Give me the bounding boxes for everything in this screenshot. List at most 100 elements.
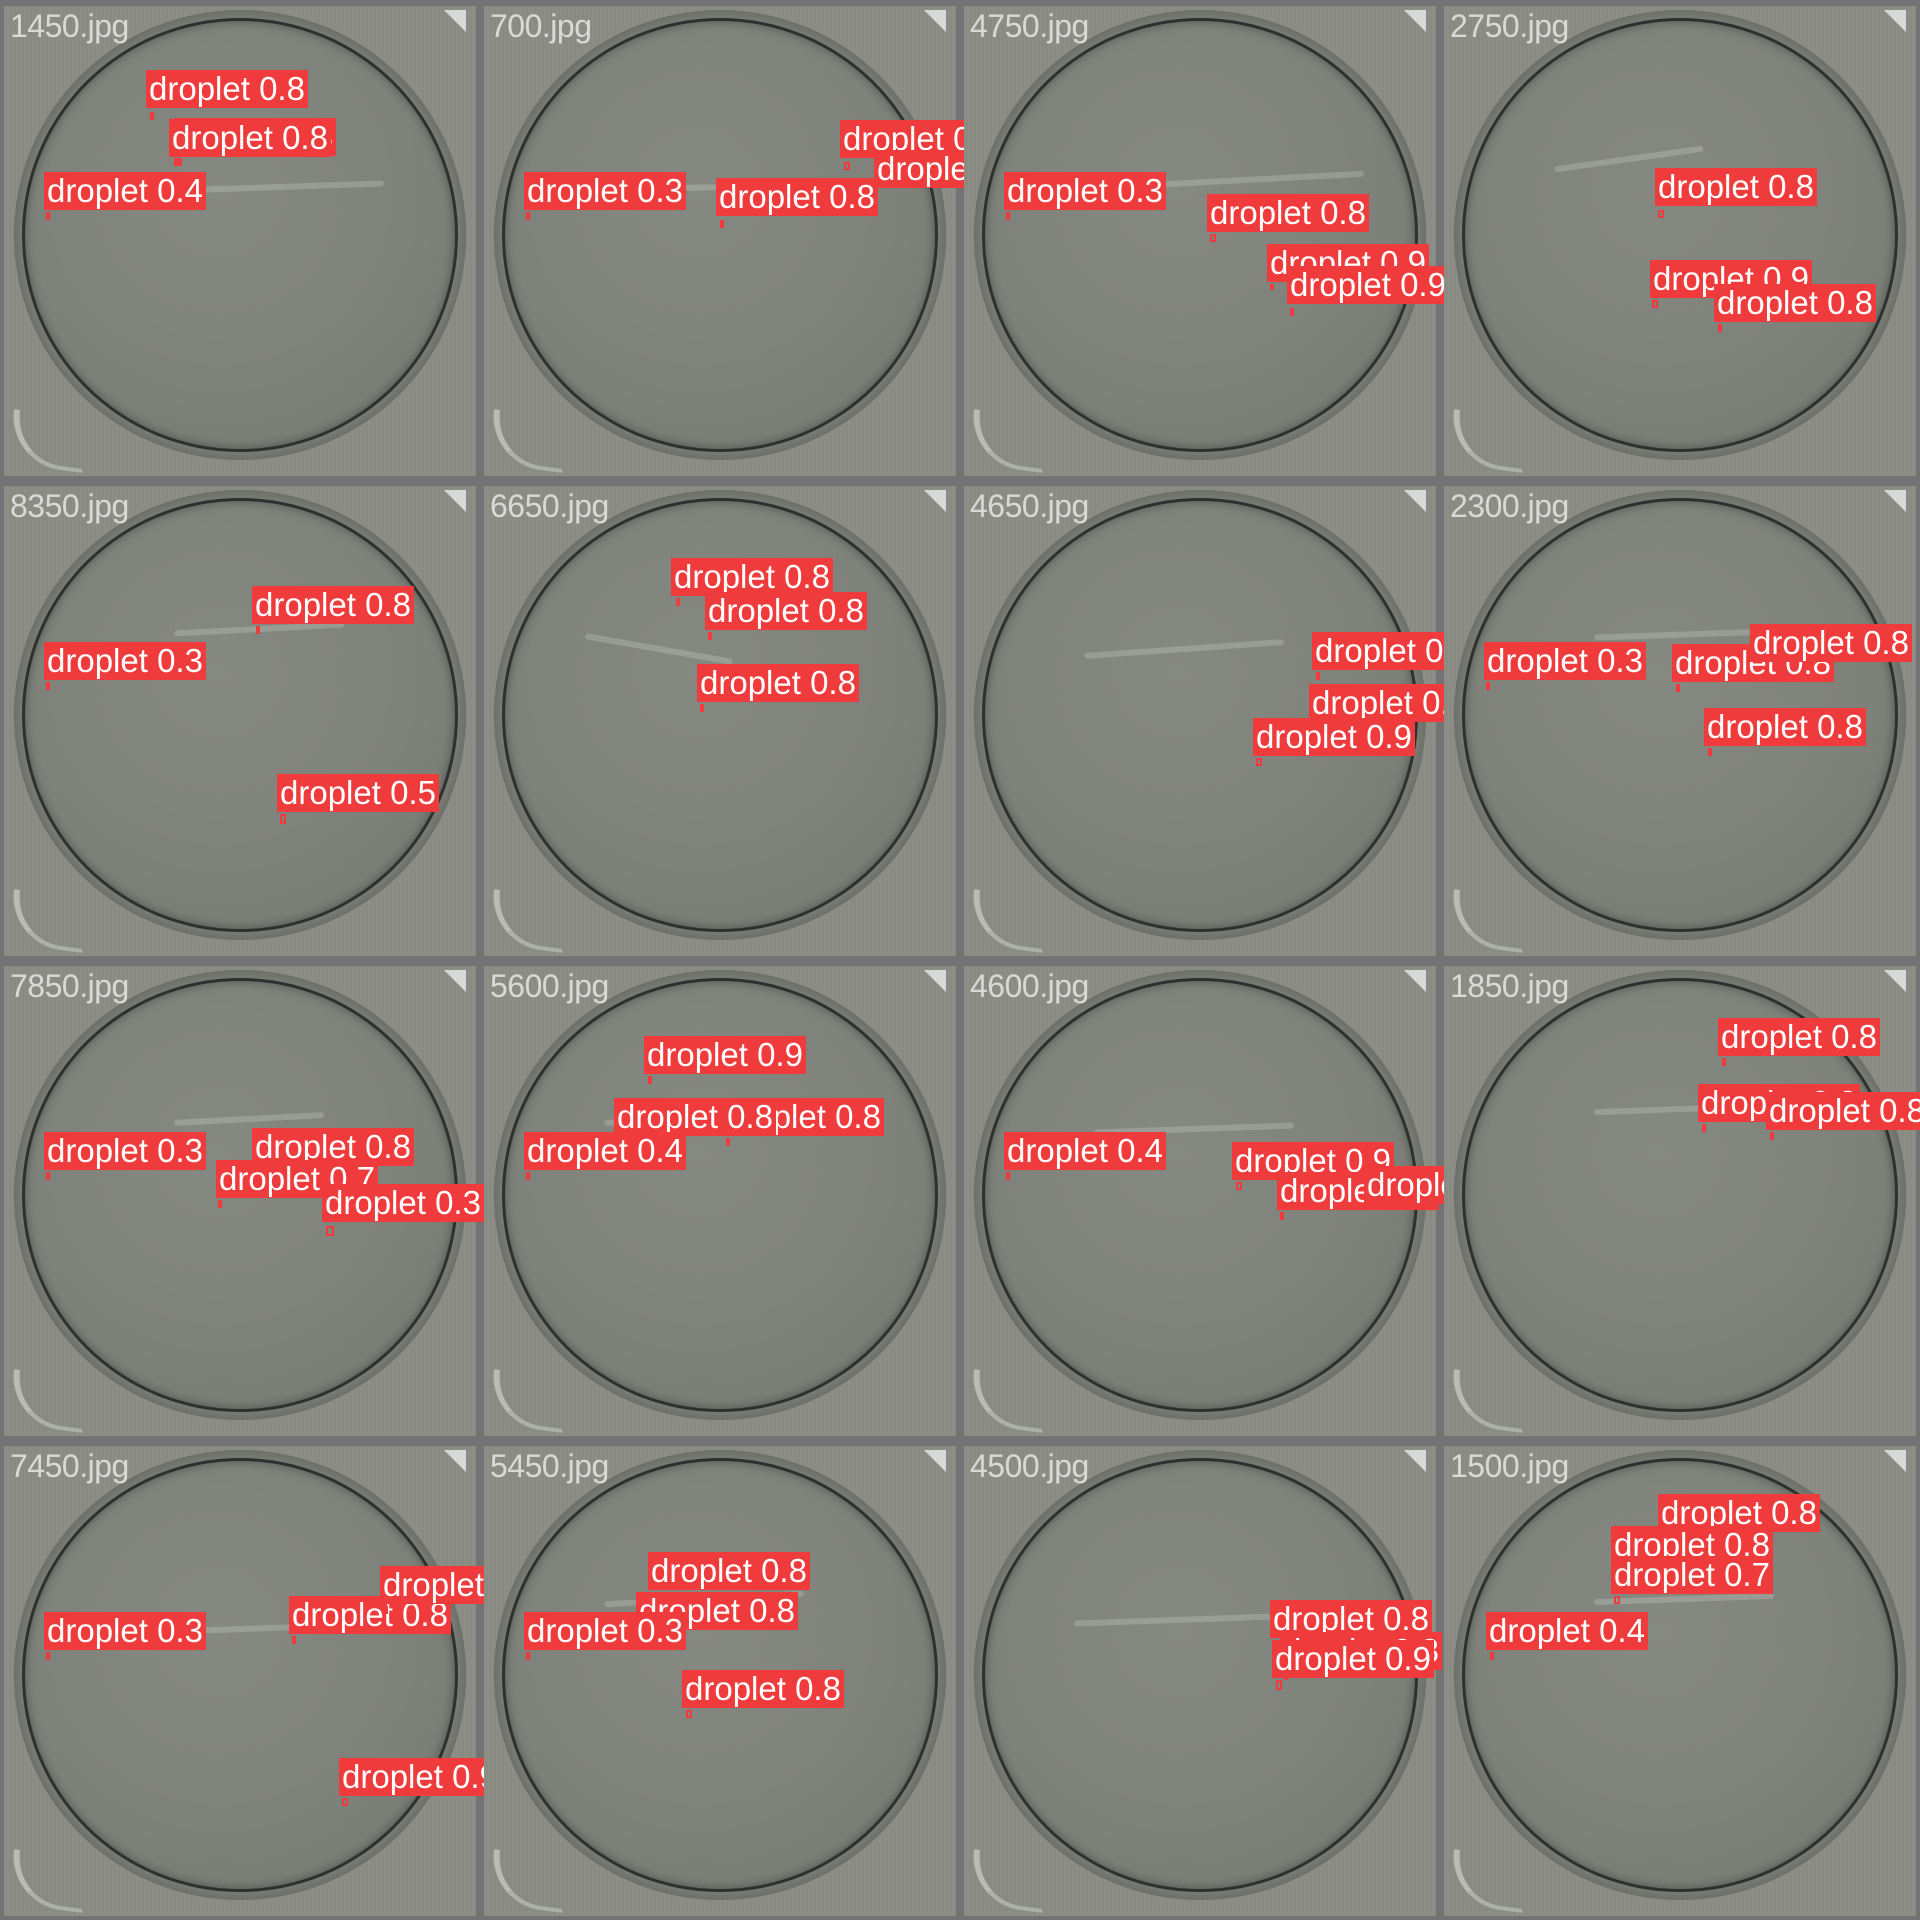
detection-label: droplet 0.8 (697, 664, 859, 702)
detection-label: droplet 0.3 (1004, 172, 1166, 210)
rim-reflection (966, 408, 1050, 474)
detection-label: droplet 0.8 (682, 1670, 844, 1708)
detection-box (1722, 1058, 1726, 1066)
detection-box (1270, 284, 1274, 290)
detection-label: droplet 0.9 (339, 1758, 501, 1796)
image-tile: 7850.jpg droplet 0.3 droplet 0.8 droplet 0.… (4, 966, 484, 1436)
detection-label: droplet 0.9 (1287, 266, 1449, 304)
detection-label: droplet 0.8 (1766, 1092, 1920, 1130)
detection-box (1718, 324, 1722, 332)
dish-well (502, 18, 938, 452)
corner-highlight (444, 10, 466, 32)
image-tile: 700.jpg droplet 0.8 droplet 0.9 droplet 0.3… (484, 6, 1036, 476)
detection-box (648, 1076, 652, 1084)
detection-box (46, 1172, 50, 1180)
detection-label: droplet 0.8 (1718, 1018, 1880, 1056)
detection-box (1702, 1124, 1706, 1132)
corner-highlight (924, 970, 946, 992)
detection-box (384, 1606, 388, 1614)
detection-box (1210, 234, 1216, 242)
detection-label: droplet 0.8 (1655, 168, 1817, 206)
detection-box (526, 1172, 530, 1180)
rim-reflection (1446, 888, 1530, 954)
tile-filename: 1850.jpg (1450, 968, 1569, 1004)
detection-label: droplet 0.8 (169, 119, 331, 157)
detection-label: droplet 0.3 (1484, 642, 1646, 680)
detection-label: droplet 0.7 (1611, 1556, 1773, 1594)
detection-box (676, 598, 680, 606)
detection-box (1770, 1132, 1774, 1140)
detection-label: droplet 0.4 (524, 1132, 686, 1170)
detection-box (1006, 1172, 1010, 1180)
detection-label: droplet 0.3 (524, 172, 686, 210)
detection-label: droplet 0.9 (1253, 718, 1415, 756)
rim-reflection (486, 1848, 570, 1914)
detection-box (526, 1652, 530, 1660)
image-tile: 1450.jpg droplet 0.8 droplet 0.8 droplet 0.… (4, 6, 476, 476)
detection-label: droplet 0.4 (1004, 1132, 1166, 1170)
detection-label: droplet 0.5 (277, 774, 439, 812)
rim-reflection (1446, 1848, 1530, 1914)
tile-filename: 1450.jpg (10, 8, 129, 44)
corner-highlight (444, 1450, 466, 1472)
rim-reflection (1446, 408, 1530, 474)
detection-box (526, 212, 530, 220)
detection-box (1290, 308, 1294, 316)
detection-box (720, 220, 724, 228)
detection-box (292, 1636, 296, 1644)
corner-highlight (1404, 1450, 1426, 1472)
detection-label: droplet 0.3 (44, 1132, 206, 1170)
detection-box (280, 814, 286, 824)
detection-box (1256, 758, 1262, 766)
detection-box (1490, 1652, 1494, 1660)
image-tile: 7450.jpg droplet 0.3 droplet 0.8 droplet 0.… (4, 1446, 542, 1916)
tile-filename: 4650.jpg (970, 488, 1089, 524)
detection-box (1316, 672, 1320, 680)
corner-highlight (1884, 490, 1906, 512)
corner-highlight (1884, 10, 1906, 32)
image-tile: 8350.jpg droplet 0.8 droplet 0.3 droplet 0.… (4, 486, 476, 956)
tile-filename: 2300.jpg (1450, 488, 1569, 524)
corner-highlight (924, 10, 946, 32)
detection-box (342, 1798, 348, 1806)
rim-reflection (486, 1368, 570, 1434)
dish-well (1462, 18, 1898, 452)
corner-highlight (1404, 10, 1426, 32)
detection-box (178, 158, 182, 166)
rim-reflection (486, 408, 570, 474)
detection-box (1658, 210, 1664, 218)
detection-label: droplet 0.8 (146, 70, 308, 108)
tile-filename: 700.jpg (490, 8, 592, 44)
detection-label: droplet 0.3 (322, 1184, 484, 1222)
tile-filename: 5600.jpg (490, 968, 609, 1004)
rim-reflection (6, 1368, 90, 1434)
tile-filename: 4500.jpg (970, 1448, 1089, 1484)
corner-highlight (924, 490, 946, 512)
detection-label: droplet 0.9 (644, 1036, 806, 1074)
detection-box (1676, 684, 1680, 692)
detection-box (46, 682, 50, 690)
image-tile: 4650.jpg droplet 0.7 droplet 0.8 droplet 0.… (964, 486, 1474, 956)
detection-box (1006, 212, 1010, 220)
detection-box (1280, 1212, 1284, 1220)
corner-highlight (1404, 970, 1426, 992)
rim-reflection (966, 888, 1050, 954)
detection-label: droplet 0.8 (716, 178, 878, 216)
detection-label: droplet 0.8 (1207, 194, 1369, 232)
image-tile: 5450.jpg droplet 0.8 droplet 0.8 droplet 0.… (484, 1446, 956, 1916)
detection-box (700, 704, 704, 712)
rim-reflection (966, 1368, 1050, 1434)
detection-label: droplet 0.8 (252, 586, 414, 624)
detection-label: droplet 0.9 (1272, 1640, 1434, 1678)
detection-label: droplet 0.8 (705, 592, 867, 630)
tile-filename: 8350.jpg (10, 488, 129, 524)
tile-filename: 2750.jpg (1450, 8, 1569, 44)
detection-box (218, 1200, 222, 1208)
tile-filename: 4750.jpg (970, 8, 1089, 44)
detection-label: droplet 0.8 (1750, 624, 1912, 662)
image-tile: 5600.jpg droplet 0.9 droplet 0.8 droplet 0.… (484, 966, 956, 1436)
rim-reflection (6, 1848, 90, 1914)
image-tile: 1500.jpg droplet 0.8 droplet 0.8 droplet 0.… (1444, 1446, 1916, 1916)
detection-label: droplet 0.8 (1714, 284, 1876, 322)
image-tile: 4500.jpgdroplet 0.8droplet 0.8droplet 0.… (964, 1446, 1442, 1916)
